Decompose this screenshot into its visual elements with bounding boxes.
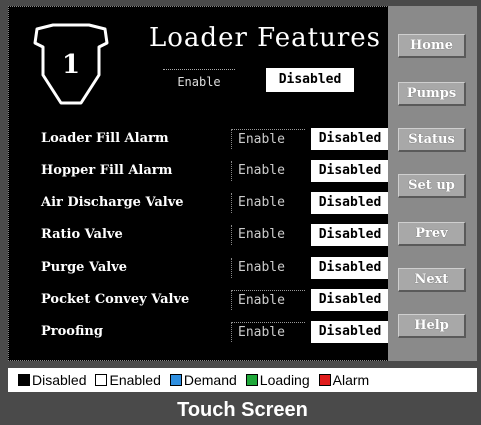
legend-item-alarm: Alarm [318,372,369,388]
master-disabled-button[interactable]: Disabled [266,68,354,92]
feature-disabled-option[interactable]: Disabled [311,224,389,246]
status-legend: Disabled Enabled Demand Loading Alarm [8,368,477,392]
feature-disabled-option[interactable]: Disabled [311,128,389,150]
nav-sidebar: Home Pumps Status Set up Prev Next Help [388,6,477,361]
legend-swatch [95,374,108,386]
feature-label: Loader Fill Alarm [41,131,169,146]
feature-enable-option[interactable]: Enable [231,161,305,181]
feature-disabled-option[interactable]: Disabled [311,160,389,182]
legend-swatch [18,374,30,386]
legend-item-loading: Loading [245,372,310,388]
legend-swatch [318,374,331,386]
legend-item-enabled: Enabled [95,372,161,388]
feature-enable-option[interactable]: Enable [231,129,305,149]
feature-enable-option[interactable]: Enable [231,193,305,213]
page-title: Loader Features [149,23,382,53]
feature-enable-option[interactable]: Enable [231,290,305,310]
feature-disabled-option[interactable]: Disabled [311,289,389,311]
loader-number: 1 [62,50,80,80]
feature-label: Pocket Convey Valve [41,292,190,307]
next-button[interactable]: Next [398,268,466,292]
prev-button[interactable]: Prev [398,222,466,246]
footer-label: Touch Screen [177,399,308,421]
feature-disabled-option[interactable]: Disabled [311,257,389,279]
help-button[interactable]: Help [398,314,466,338]
loader-icon: 1 [33,23,109,105]
feature-disabled-option[interactable]: Disabled [311,192,389,214]
feature-label: Ratio Valve [41,227,123,242]
feature-enable-option[interactable]: Enable [231,258,305,278]
pumps-button[interactable]: Pumps [398,82,466,106]
status-button[interactable]: Status [398,128,466,152]
feature-label: Proofing [41,324,103,339]
setup-button[interactable]: Set up [398,174,466,198]
legend-item-demand: Demand [169,372,237,388]
feature-enable-option[interactable]: Enable [231,322,305,342]
home-button[interactable]: Home [398,34,466,58]
feature-label: Hopper Fill Alarm [41,163,173,178]
master-enable-label: Enable [163,69,235,89]
feature-label: Air Discharge Valve [41,195,184,210]
feature-disabled-option[interactable]: Disabled [311,321,389,343]
legend-swatch [245,374,258,386]
feature-enable-option[interactable]: Enable [231,225,305,245]
legend-item-disabled: Disabled [18,372,86,388]
legend-swatch [169,374,182,386]
feature-label: Purge Valve [41,260,128,275]
